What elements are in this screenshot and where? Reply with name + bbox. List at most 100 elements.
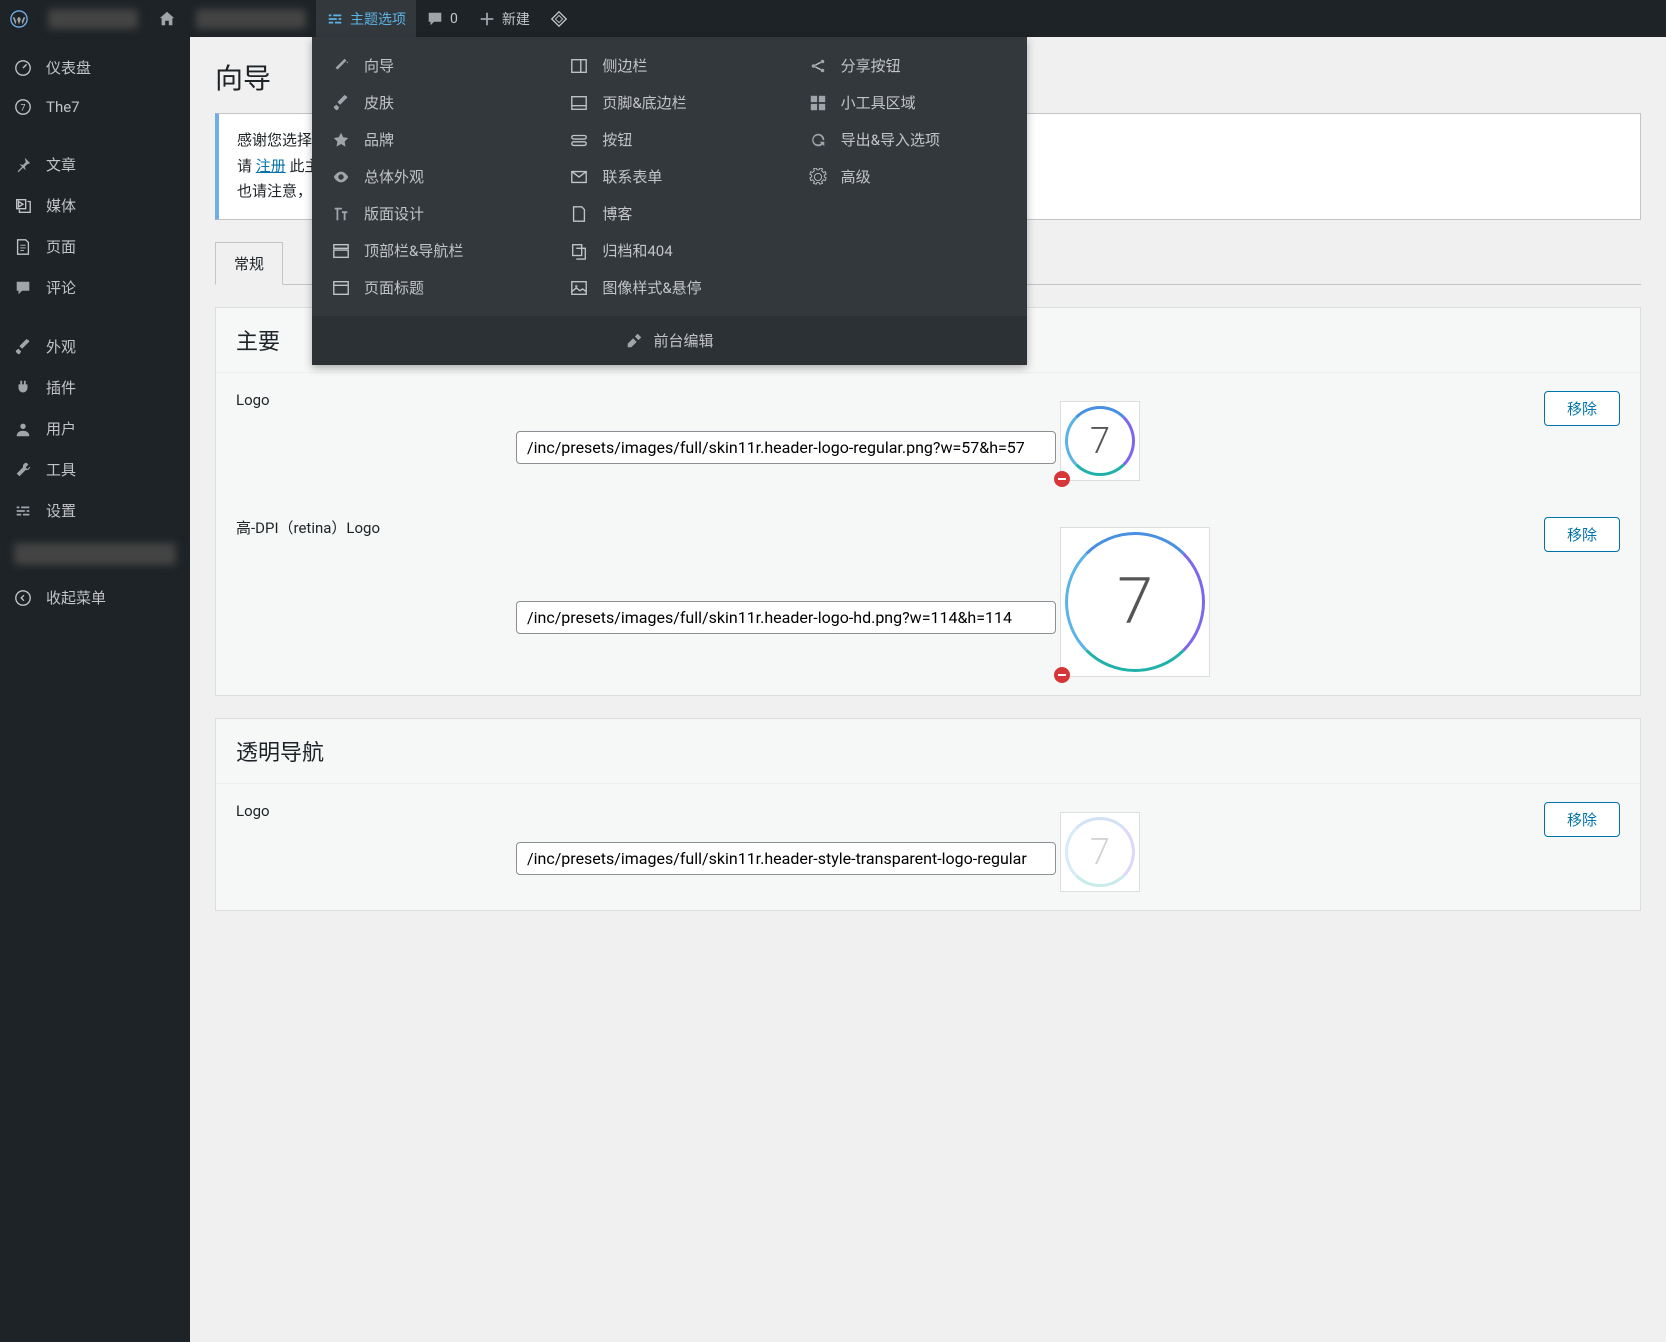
- menu-skin[interactable]: 皮肤: [322, 84, 540, 121]
- brush-icon: [332, 94, 350, 112]
- theme-options-label: 主题选项: [350, 9, 406, 29]
- menu-button[interactable]: 按钮: [560, 121, 778, 158]
- eye-icon: [332, 168, 350, 186]
- sidebar-dashboard[interactable]: 仪表盘: [0, 47, 190, 88]
- menu-wizard[interactable]: 向导: [322, 47, 540, 84]
- remove-transparent-logo-button[interactable]: 移除: [1544, 802, 1620, 837]
- page-icon: [570, 205, 588, 223]
- pages-icon: [14, 238, 32, 256]
- menu-import-export[interactable]: 导出&导入选项: [799, 121, 1017, 158]
- sidebar-media[interactable]: 媒体: [0, 185, 190, 226]
- collapse-icon: [14, 589, 32, 607]
- media-icon: [14, 197, 32, 215]
- sidebar-appearance[interactable]: 外观: [0, 326, 190, 367]
- site-sub-blurred[interactable]: [186, 0, 316, 37]
- text-icon: [332, 205, 350, 223]
- menu-page-title[interactable]: 页面标题: [322, 269, 540, 306]
- sidebar-the7[interactable]: 7The7: [0, 88, 190, 126]
- menu-layout[interactable]: 版面设计: [322, 195, 540, 232]
- logo-hd-preview-image: 7: [1065, 532, 1205, 672]
- sidebar-collapse[interactable]: 收起菜单: [0, 577, 190, 618]
- wp-logo[interactable]: [0, 0, 38, 37]
- button-icon: [570, 131, 588, 149]
- tools-icon: [625, 332, 643, 350]
- settings-icon: [14, 502, 32, 520]
- preview-transparent-logo[interactable]: 7: [1060, 812, 1140, 892]
- tab-general[interactable]: 常规: [215, 242, 283, 285]
- remove-badge-icon[interactable]: [1054, 667, 1070, 683]
- home-link[interactable]: [148, 0, 186, 37]
- grid-icon: [809, 94, 827, 112]
- remove-logo-button[interactable]: 移除: [1544, 391, 1620, 426]
- theme-options-menu[interactable]: 主题选项: [316, 0, 416, 37]
- input-logo-hd[interactable]: [516, 601, 1056, 634]
- menu-footer[interactable]: 页脚&底边栏: [560, 84, 778, 121]
- row-transparent-logo: Logo 7 移除: [216, 784, 1640, 910]
- transparent-logo-preview-image: 7: [1065, 817, 1135, 887]
- menu-advanced[interactable]: 高级: [799, 158, 1017, 195]
- site-name-blurred[interactable]: [38, 0, 148, 37]
- wand-icon: [332, 57, 350, 75]
- footer-icon: [570, 94, 588, 112]
- theme-options-dropdown: 向导 皮肤 品牌 总体外观 版面设计 顶部栏&导航栏 页面标题 侧边栏 页脚&底…: [312, 37, 1027, 365]
- frontend-editor-link[interactable]: 前台编辑: [312, 316, 1027, 365]
- user-icon: [14, 420, 32, 438]
- label-transparent-logo: Logo: [236, 802, 516, 820]
- remove-badge-icon[interactable]: [1054, 471, 1070, 487]
- row-logo-hd: 高-DPI（retina）Logo 7 移除: [216, 499, 1640, 695]
- sidebar-users[interactable]: 用户: [0, 408, 190, 449]
- menu-brand[interactable]: 品牌: [322, 121, 540, 158]
- preview-logo[interactable]: 7: [1060, 401, 1140, 481]
- admin-topbar: 主题选项 0 新建: [0, 0, 1666, 37]
- plus-icon: [478, 10, 496, 28]
- menu-archive[interactable]: 归档和404: [560, 232, 778, 269]
- menu-blog[interactable]: 博客: [560, 195, 778, 232]
- new-label: 新建: [502, 9, 530, 29]
- remove-logo-hd-button[interactable]: 移除: [1544, 517, 1620, 552]
- input-logo[interactable]: [516, 431, 1056, 464]
- mail-icon: [570, 168, 588, 186]
- comments-count: 0: [450, 11, 458, 27]
- comment-icon: [426, 10, 444, 28]
- menu-image-hover[interactable]: 图像样式&悬停: [560, 269, 778, 306]
- preview-logo-hd[interactable]: 7: [1060, 527, 1210, 677]
- menu-widget[interactable]: 小工具区域: [799, 84, 1017, 121]
- panel-transparent: 透明导航 Logo 7 移除: [215, 718, 1641, 911]
- menu-general[interactable]: 总体外观: [322, 158, 540, 195]
- sidebar-comments[interactable]: 评论: [0, 267, 190, 308]
- sidebar-pages[interactable]: 页面: [0, 226, 190, 267]
- refresh-icon: [809, 131, 827, 149]
- share-icon: [809, 57, 827, 75]
- comment-icon: [14, 279, 32, 297]
- extra-icon[interactable]: [540, 0, 578, 37]
- comments-link[interactable]: 0: [416, 0, 468, 37]
- register-link[interactable]: 注册: [256, 157, 286, 175]
- admin-sidebar: 仪表盘 7The7 文章 媒体 页面 评论 外观 插件 用户 工具 设置 收起菜…: [0, 37, 190, 1342]
- dashboard-icon: [14, 59, 32, 77]
- label-logo: Logo: [236, 391, 516, 409]
- sidebar-plugins[interactable]: 插件: [0, 367, 190, 408]
- image-icon: [570, 279, 588, 297]
- menu-topbar-nav[interactable]: 顶部栏&导航栏: [322, 232, 540, 269]
- header-icon: [332, 279, 350, 297]
- plug-icon: [14, 379, 32, 397]
- sidebar-posts[interactable]: 文章: [0, 144, 190, 185]
- home-icon: [158, 10, 176, 28]
- gear-icon: [809, 168, 827, 186]
- sliders-icon: [326, 10, 344, 28]
- menu-contact[interactable]: 联系表单: [560, 158, 778, 195]
- the7-icon: 7: [14, 98, 32, 116]
- new-content[interactable]: 新建: [468, 0, 540, 37]
- menu-share[interactable]: 分享按钮: [799, 47, 1017, 84]
- input-transparent-logo[interactable]: [516, 842, 1056, 875]
- dropdown-col-1: 向导 皮肤 品牌 总体外观 版面设计 顶部栏&导航栏 页面标题: [312, 47, 550, 306]
- dropdown-col-2: 侧边栏 页脚&底边栏 按钮 联系表单 博客 归档和404 图像样式&悬停: [550, 47, 788, 306]
- sidebar-settings[interactable]: 设置: [0, 490, 190, 531]
- menu-sidebar[interactable]: 侧边栏: [560, 47, 778, 84]
- sidebar-blurred-item: [14, 543, 176, 565]
- sidebar-tools[interactable]: 工具: [0, 449, 190, 490]
- wordpress-icon: [10, 10, 28, 28]
- star-icon: [332, 131, 350, 149]
- brush-icon: [14, 338, 32, 356]
- panel-transparent-title: 透明导航: [216, 719, 1640, 784]
